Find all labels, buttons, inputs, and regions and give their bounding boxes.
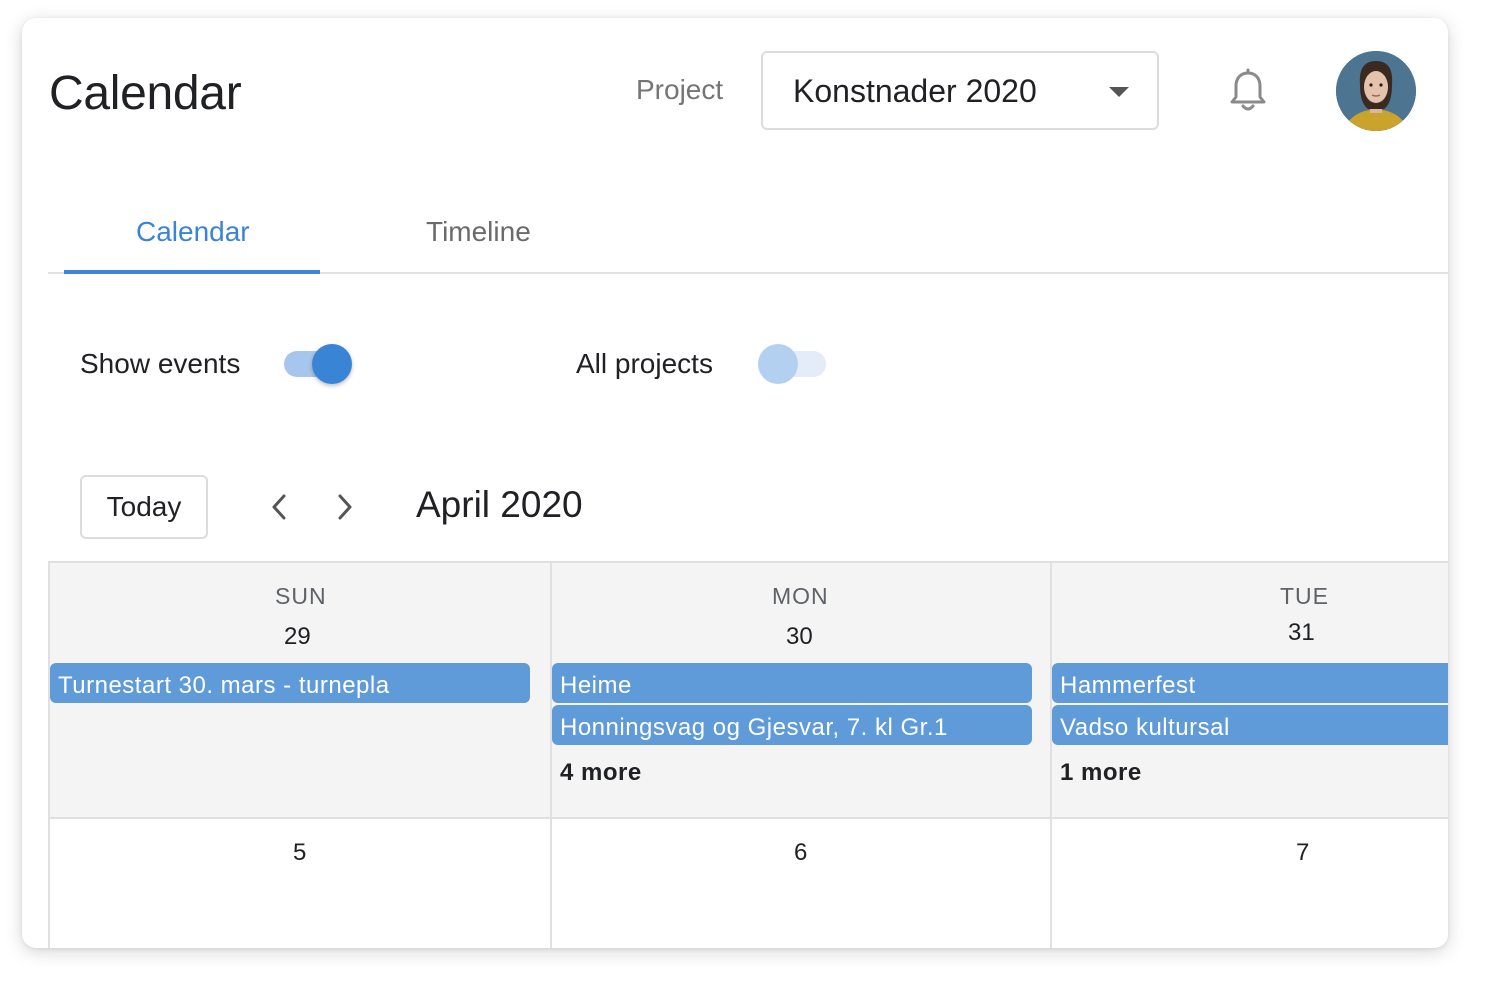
project-select[interactable]: Konstnader 2020 (761, 51, 1159, 130)
more-events-link[interactable]: 1 more (1060, 759, 1142, 787)
caret-down-icon (1109, 87, 1129, 97)
month-label: April 2020 (416, 484, 583, 525)
page-title: Calendar (49, 67, 242, 120)
month-grid: SUN 29 Turnestart 30. mars - turnepla MO… (48, 561, 1448, 948)
avatar[interactable] (1336, 51, 1416, 131)
day-number: 6 (794, 839, 808, 866)
chevron-right-icon[interactable] (329, 489, 359, 525)
today-button[interactable]: Today (80, 475, 208, 539)
active-tab-indicator (64, 270, 320, 274)
day-number: 7 (1296, 839, 1310, 866)
toggle-thumb (312, 344, 352, 384)
event-chip[interactable]: Heime (552, 663, 1032, 703)
chevron-left-icon[interactable] (265, 489, 295, 525)
event-chip[interactable]: Turnestart 30. mars - turnepla (50, 663, 530, 703)
day-cell[interactable]: SUN 29 Turnestart 30. mars - turnepla (48, 561, 550, 817)
toggle-thumb (758, 344, 798, 384)
day-cell[interactable]: TUE 31 Hammerfest Vadso kultursal 1 more (1050, 561, 1448, 817)
event-chip[interactable]: Honningsvag og Gjesvar, 7. kl Gr.1 (552, 705, 1032, 745)
day-cell[interactable]: 7 (1050, 817, 1448, 948)
day-number: 30 (786, 623, 813, 650)
more-events-link[interactable]: 4 more (560, 759, 642, 787)
day-number: 5 (293, 839, 307, 866)
project-label: Project (636, 74, 724, 105)
day-cell[interactable]: 5 (48, 817, 550, 948)
tab-timeline[interactable]: Timeline (426, 216, 531, 248)
tab-calendar[interactable]: Calendar (136, 216, 250, 248)
day-cell[interactable]: MON 30 Heime Honningsvag og Gjesvar, 7. … (550, 561, 1050, 817)
show-events-toggle[interactable] (280, 344, 354, 384)
all-projects-label: All projects (576, 348, 713, 379)
all-projects-toggle[interactable] (756, 344, 830, 384)
day-cell[interactable]: 6 (550, 817, 1050, 948)
project-select-value: Konstnader 2020 (793, 73, 1037, 109)
show-events-label: Show events (80, 348, 241, 379)
day-of-week: SUN (275, 583, 327, 609)
day-of-week: TUE (1280, 583, 1329, 609)
day-number: 31 (1288, 619, 1315, 646)
tab-bar: Calendar Timeline (48, 188, 1448, 274)
day-number: 29 (284, 623, 311, 650)
calendar-card: Calendar Project Konstnader 2020 Calenda… (22, 18, 1448, 948)
bell-icon[interactable] (1228, 68, 1268, 114)
event-chip[interactable]: Hammerfest (1052, 663, 1448, 703)
event-chip[interactable]: Vadso kultursal (1052, 705, 1448, 745)
day-of-week: MON (772, 583, 829, 609)
